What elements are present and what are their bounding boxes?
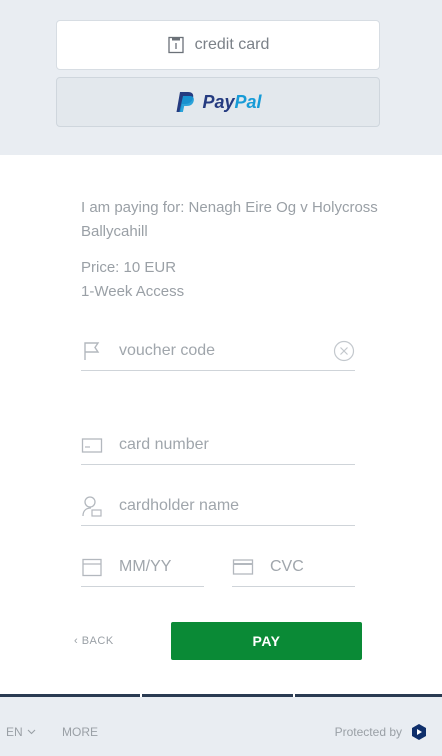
voucher-field[interactable]: voucher code [81,331,355,371]
security-logo-icon [412,724,426,740]
access-text: 1-Week Access [81,283,185,300]
language-selector[interactable]: EN [6,725,36,739]
payment-method-panel: credit card PayPal [0,0,442,155]
paypal-label-pal: Pal [234,91,262,112]
pay-button[interactable]: PAY [171,622,362,660]
calendar-icon [82,558,102,576]
credit-card-icon [167,36,184,54]
flag-icon [84,341,100,360]
chevron-down-icon [27,729,36,735]
card-number-field[interactable]: card number [81,425,355,465]
protected-by: Protected by [335,723,428,741]
user-icon [82,495,102,517]
paying-for-text: I am paying for: Nenagh Eire Og v Holycr… [81,199,378,240]
price-text: Price: 10 EUR [81,259,177,276]
expiry-field[interactable]: MM/YY [81,547,204,587]
protected-label: Protected by [334,725,402,739]
paypal-icon [176,92,195,112]
card-icon [81,437,103,453]
order-summary: I am paying for: Nenagh Eire Og v Holycr… [81,196,381,304]
footer: EN MORE Protected by [0,697,442,756]
card-number-placeholder: card number [119,435,209,453]
cvc-field[interactable]: CVC [232,547,355,587]
language-label: EN [6,725,23,739]
cardholder-placeholder: cardholder name [119,496,240,514]
card-back-icon [232,558,254,575]
credit-card-button[interactable]: credit card [56,20,380,70]
voucher-placeholder: voucher code [119,341,216,359]
back-link[interactable]: ‹ BACK [74,635,114,647]
paypal-button[interactable]: PayPal [56,77,380,127]
expiry-placeholder: MM/YY [119,557,172,575]
credit-card-label: credit card [194,36,270,53]
more-link[interactable]: MORE [62,725,98,739]
cardholder-field[interactable]: cardholder name [81,486,355,526]
paypal-label-pay: Pay [202,91,235,112]
cvc-placeholder: CVC [270,557,304,575]
clear-icon[interactable] [333,340,355,362]
